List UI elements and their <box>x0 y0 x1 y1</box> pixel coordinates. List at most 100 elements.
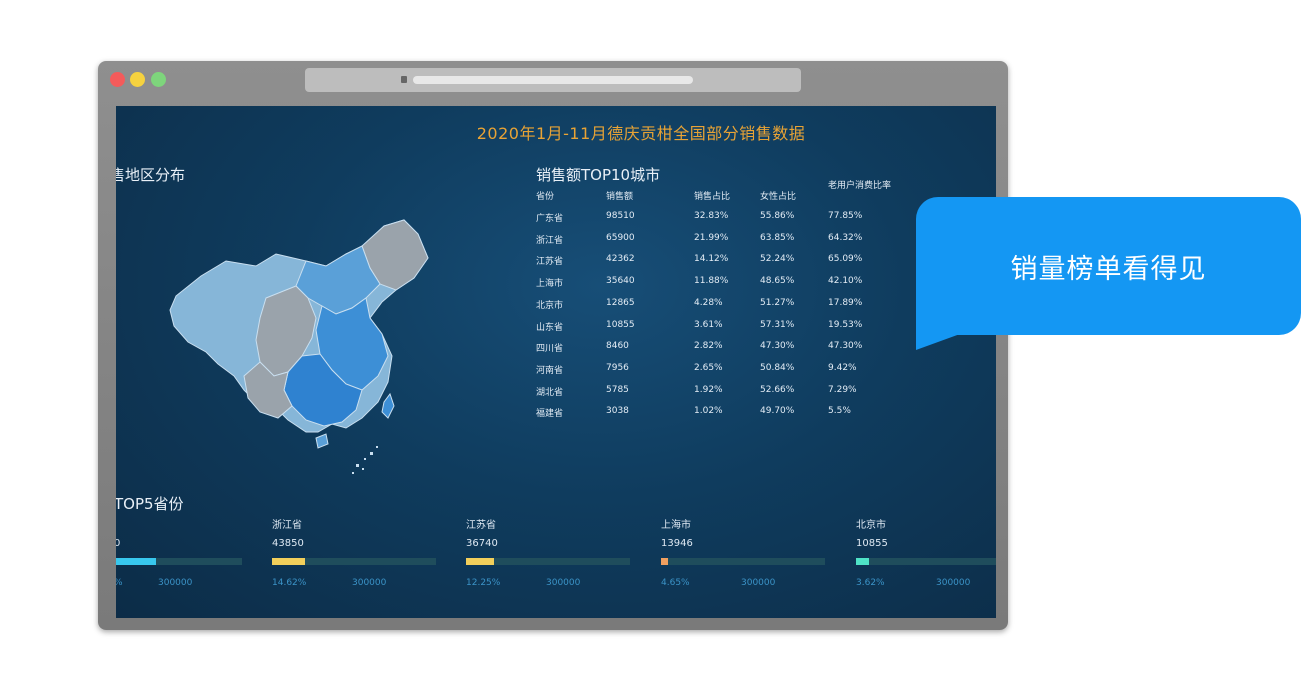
province-value: 10855 <box>856 538 888 549</box>
table-cell: 5785 <box>606 384 629 395</box>
table-cell: 12865 <box>606 297 635 308</box>
progress-max: 300000 <box>936 578 971 588</box>
table-cell: 江苏省 <box>536 257 564 268</box>
table-cell: 49.70% <box>760 406 795 417</box>
table-cell: 11.88% <box>694 276 729 287</box>
progress-fill <box>856 558 870 565</box>
browser-titlebar <box>98 61 1008 101</box>
table-row: 河南省 7956 2.65% 50.84% 9.42% <box>536 363 896 381</box>
table-header-cell: 销售额 <box>606 192 634 202</box>
province-progress-item: 0% 300000 <box>116 516 258 606</box>
table-header-row: 省份 销售额 销售占比 女性占比 老用户消费比率 <box>536 181 896 207</box>
table-cell: 47.30% <box>828 341 863 352</box>
progress-max: 300000 <box>352 578 387 588</box>
address-bar[interactable] <box>305 68 801 92</box>
province-value: 13946 <box>661 538 693 549</box>
speech-bubble: 销量榜单看得见 <box>916 197 1301 335</box>
progress-max: 300000 <box>158 578 193 588</box>
table-cell: 3.61% <box>694 319 723 330</box>
table-row: 四川省 8460 2.82% 47.30% 47.30% <box>536 341 896 359</box>
table-cell: 河南省 <box>536 365 564 376</box>
table-row: 北京市 12865 4.28% 51.27% 17.89% <box>536 298 896 316</box>
table-cell: 10855 <box>606 319 635 330</box>
table-cell: 98510 <box>606 211 635 221</box>
table-cell: 35640 <box>606 276 635 287</box>
province-name: 上海市 <box>661 520 691 531</box>
table-cell: 63.85% <box>760 232 795 243</box>
table-cell: 4.28% <box>694 297 723 308</box>
close-window-button[interactable] <box>110 72 125 87</box>
table-cell: 65900 <box>606 232 635 243</box>
table-row: 广东省 98510 32.83% 55.86% 77.85% <box>536 211 896 229</box>
table-cell: 77.85% <box>828 211 863 221</box>
browser-window: 2020年1月-11月德庆贡柑全国部分销售数据 售地区分布 销售额TOP10城市… <box>98 61 1008 630</box>
china-sales-map[interactable] <box>156 206 446 476</box>
table-row: 上海市 35640 11.88% 48.65% 42.10% <box>536 276 896 294</box>
progress-track <box>661 558 825 565</box>
lock-icon <box>401 76 407 83</box>
province-name: 北京市 <box>856 520 886 531</box>
table-row: 山东省 10855 3.61% 57.31% 19.53% <box>536 320 896 338</box>
province-progress-item: 北京市 10855 3.62% 300000 <box>856 516 996 606</box>
table-cell: 四川省 <box>536 344 564 355</box>
province-name: 浙江省 <box>272 520 302 531</box>
province-percent: 4.65% <box>661 578 690 588</box>
table-cell: 55.86% <box>760 211 795 221</box>
table-cell: 9.42% <box>828 362 857 373</box>
table-cell: 1.92% <box>694 384 723 395</box>
table-cell: 32.83% <box>694 211 729 221</box>
progress-track <box>856 558 996 565</box>
table-cell: 21.99% <box>694 232 729 243</box>
table-cell: 52.66% <box>760 384 795 395</box>
progress-fill <box>466 558 494 565</box>
table-cell: 42362 <box>606 254 635 265</box>
province-percent: 3.62% <box>856 578 885 588</box>
table-cell: 上海市 <box>536 279 564 290</box>
table-cell: 7956 <box>606 362 629 373</box>
table-cell: 湖北省 <box>536 387 564 398</box>
progress-fill <box>272 558 305 565</box>
table-cell: 17.89% <box>828 297 863 308</box>
top10-section-title: 销售额TOP10城市 <box>536 166 661 184</box>
province-name: 江苏省 <box>466 520 496 531</box>
top5-section-title: TOP5省份 <box>116 495 184 513</box>
map-taiwan-region <box>381 392 395 419</box>
progress-max: 300000 <box>546 578 581 588</box>
table-cell: 19.53% <box>828 319 863 330</box>
table-header-cell: 省份 <box>536 192 555 202</box>
table-row: 湖北省 5785 1.92% 52.66% 7.29% <box>536 385 896 403</box>
province-value: 36740 <box>466 538 498 549</box>
table-cell: 51.27% <box>760 297 795 308</box>
table-cell: 山东省 <box>536 322 564 333</box>
table-cell: 65.09% <box>828 254 863 265</box>
table-row: 江苏省 42362 14.12% 52.24% 65.09% <box>536 254 896 272</box>
table-cell: 47.30% <box>760 341 795 352</box>
progress-track <box>116 558 242 565</box>
maximize-window-button[interactable] <box>151 72 166 87</box>
table-cell: 14.12% <box>694 254 729 265</box>
speech-bubble-text: 销量榜单看得见 <box>1010 253 1207 285</box>
table-cell: 2.82% <box>694 341 723 352</box>
table-cell: 50.84% <box>760 362 795 373</box>
table-cell: 42.10% <box>828 276 863 287</box>
progress-fill <box>661 558 669 565</box>
province-progress-item: 上海市 13946 4.65% 300000 <box>661 516 841 606</box>
table-cell: 8460 <box>606 341 629 352</box>
table-cell: 52.24% <box>760 254 795 265</box>
table-cell: 浙江省 <box>536 235 564 246</box>
table-cell: 2.65% <box>694 362 723 373</box>
minimize-window-button[interactable] <box>130 72 145 87</box>
progress-max: 300000 <box>741 578 776 588</box>
table-cell: 7.29% <box>828 384 857 395</box>
table-cell: 3038 <box>606 406 629 417</box>
province-value: 43850 <box>272 538 304 549</box>
map-south-sea-islands <box>352 446 378 474</box>
table-cell: 57.31% <box>760 319 795 330</box>
dashboard-screen: 2020年1月-11月德庆贡柑全国部分销售数据 售地区分布 销售额TOP10城市… <box>116 106 996 618</box>
map-section-title: 售地区分布 <box>116 166 186 184</box>
table-cell: 福建省 <box>536 409 564 420</box>
province-progress-item: 江苏省 36740 12.25% 300000 <box>466 516 646 606</box>
table-header-cell: 老用户消费比率 <box>828 181 892 191</box>
table-cell: 48.65% <box>760 276 795 287</box>
progress-track <box>466 558 630 565</box>
